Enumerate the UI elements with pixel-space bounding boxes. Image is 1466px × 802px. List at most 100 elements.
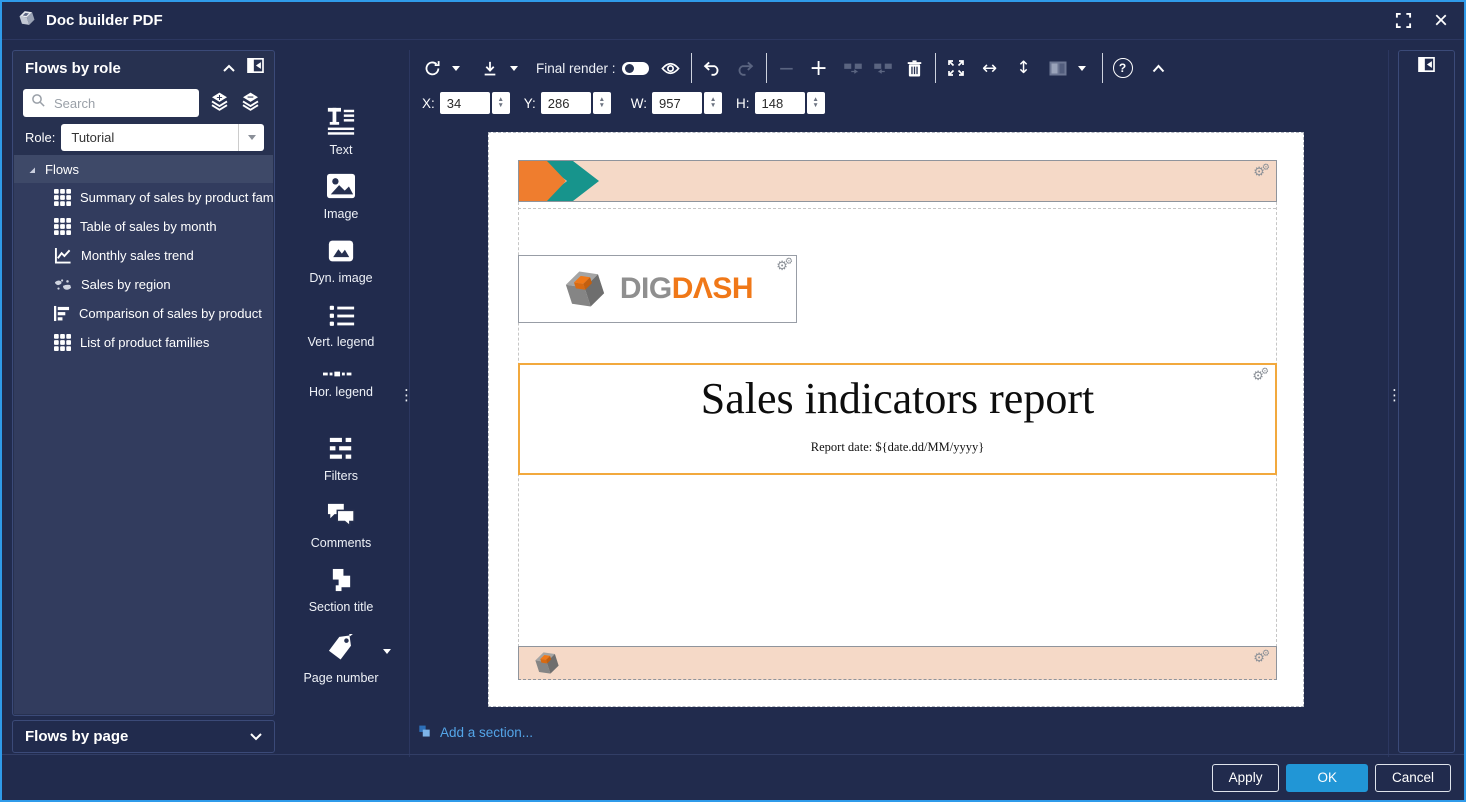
insert-section-after-icon[interactable] <box>873 56 893 80</box>
tree-expander-icon[interactable] <box>28 162 36 177</box>
expand-all-layers-icon[interactable]: + <box>209 91 230 116</box>
flow-item-label: Sales by region <box>81 277 171 292</box>
y-label: Y: <box>524 96 536 111</box>
palette-item-section-title[interactable]: Section title <box>275 560 407 626</box>
flow-item-sales-region[interactable]: Sales by region <box>14 270 273 299</box>
flow-item-label: List of product families <box>80 335 209 350</box>
tree-root-flows[interactable]: Flows <box>14 155 273 183</box>
collapse-all-layers-icon[interactable]: − <box>240 91 261 116</box>
add-section-link[interactable]: Add a section... <box>417 725 533 740</box>
flows-by-role-panel: Flows by role <box>12 50 275 716</box>
redo-icon[interactable] <box>736 56 756 80</box>
image-icon <box>326 172 356 200</box>
block-settings-gears-icon[interactable]: ⚙⚙ <box>1253 649 1270 664</box>
panel-collapse-icon[interactable] <box>247 58 264 78</box>
y-spinner[interactable]: ▲▼ <box>593 92 611 114</box>
component-palette: Text Image Dyn. image Vert. legend <box>275 98 407 692</box>
fit-width-icon[interactable]: ↔ <box>980 56 1000 80</box>
flows-by-page-panel[interactable]: Flows by page <box>12 720 275 753</box>
horizontal-legend-icon <box>323 370 359 378</box>
dynamic-image-icon <box>327 238 355 264</box>
h-label: H: <box>736 96 750 111</box>
digdash-cube-logo-small <box>533 649 561 677</box>
flows-tree: Flows Summary of sales by product family… <box>14 155 273 714</box>
delete-icon[interactable] <box>905 56 925 80</box>
y-input[interactable] <box>541 92 591 114</box>
undo-icon[interactable] <box>702 56 722 80</box>
role-label: Role: <box>25 130 55 145</box>
filters-icon <box>327 436 355 462</box>
flow-item-product-families[interactable]: List of product families <box>14 328 273 357</box>
block-settings-gears-icon[interactable]: ⚙⚙ <box>776 257 793 272</box>
header-block[interactable]: ⚙⚙ <box>518 160 1277 202</box>
flow-item-summary-sales[interactable]: Summary of sales by product family <box>14 183 273 212</box>
final-render-toggle[interactable] <box>622 56 649 80</box>
palette-item-hor-legend[interactable]: Hor. legend <box>275 362 407 428</box>
palette-label: Page number <box>303 671 378 685</box>
h-spinner[interactable]: ▲▼ <box>807 92 825 114</box>
palette-item-image[interactable]: Image <box>275 164 407 230</box>
palette-item-text[interactable]: Text <box>275 98 407 164</box>
page-number-caret-icon[interactable] <box>383 654 391 672</box>
refresh-options-caret-icon[interactable] <box>446 56 466 80</box>
globe-map-icon <box>54 278 72 292</box>
search-icon <box>31 93 46 113</box>
help-icon[interactable]: ? <box>1113 56 1133 80</box>
collapse-toolbar-chevron-icon[interactable] <box>1149 56 1169 80</box>
palette-item-page-number[interactable]: Page number <box>275 626 407 692</box>
footer-block[interactable]: ⚙⚙ <box>518 646 1277 680</box>
layout-columns-icon[interactable] <box>1048 56 1068 80</box>
cancel-button[interactable]: Cancel <box>1375 764 1451 792</box>
app-logo-icon <box>18 9 36 32</box>
x-spinner[interactable]: ▲▼ <box>492 92 510 114</box>
apply-button[interactable]: Apply <box>1212 764 1280 792</box>
layout-caret-icon[interactable] <box>1072 56 1092 80</box>
grid-icon <box>54 189 71 206</box>
ok-button[interactable]: OK <box>1286 764 1368 792</box>
preview-eye-icon[interactable] <box>661 56 681 80</box>
x-label: X: <box>422 96 435 111</box>
refresh-icon[interactable] <box>422 56 442 80</box>
fit-height-icon[interactable]: ↕ <box>1014 56 1034 80</box>
flow-item-comparison-sales[interactable]: Comparison of sales by product <box>14 299 273 328</box>
block-settings-gears-icon[interactable]: ⚙⚙ <box>1253 163 1270 178</box>
role-select[interactable]: Tutorial <box>61 124 264 151</box>
comments-icon <box>326 502 356 529</box>
flow-item-label: Comparison of sales by product <box>79 306 262 321</box>
logo-block[interactable]: DIGDΛSH ⚙⚙ <box>518 255 797 323</box>
palette-label: Hor. legend <box>309 385 373 399</box>
flows-by-role-header[interactable]: Flows by role <box>13 51 274 83</box>
line-chart-icon <box>54 247 72 264</box>
download-options-caret-icon[interactable] <box>504 56 524 80</box>
close-icon[interactable]: × <box>1434 12 1448 30</box>
search-input[interactable] <box>52 95 191 112</box>
block-settings-gears-icon[interactable]: ⚙⚙ <box>1252 367 1269 382</box>
x-input[interactable] <box>440 92 490 114</box>
zoom-in-icon[interactable]: + <box>809 56 829 80</box>
palette-item-comments[interactable]: Comments <box>275 494 407 560</box>
palette-label: Vert. legend <box>308 335 375 349</box>
w-input[interactable] <box>652 92 702 114</box>
left-splitter-handle[interactable]: ⋮ <box>399 386 414 404</box>
maximize-icon[interactable] <box>1394 9 1414 33</box>
collapse-chevron-icon[interactable] <box>223 59 235 77</box>
palette-item-dyn-image[interactable]: Dyn. image <box>275 230 407 296</box>
h-input[interactable] <box>755 92 805 114</box>
document-page[interactable]: ⚙⚙ DIGDΛSH ⚙⚙ Sales indicators report Re… <box>488 132 1304 707</box>
w-spinner[interactable]: ▲▼ <box>704 92 722 114</box>
expand-chevron-icon[interactable] <box>250 728 262 746</box>
right-panel-collapse-icon[interactable] <box>1418 57 1435 752</box>
fit-page-icon[interactable] <box>946 56 966 80</box>
window-title: Doc builder PDF <box>46 12 163 29</box>
role-value: Tutorial <box>71 130 114 145</box>
palette-item-vert-legend[interactable]: Vert. legend <box>275 296 407 362</box>
zoom-out-icon[interactable]: − <box>777 56 797 80</box>
w-label: W: <box>631 96 647 111</box>
palette-item-filters[interactable]: Filters <box>275 428 407 494</box>
flow-item-table-sales[interactable]: Table of sales by month <box>14 212 273 241</box>
download-icon[interactable] <box>480 56 500 80</box>
flow-item-monthly-trend[interactable]: Monthly sales trend <box>14 241 273 270</box>
digdash-cube-logo <box>562 266 608 312</box>
insert-section-before-icon[interactable] <box>843 56 863 80</box>
title-block-selected[interactable]: Sales indicators report Report date: ${d… <box>518 363 1277 475</box>
